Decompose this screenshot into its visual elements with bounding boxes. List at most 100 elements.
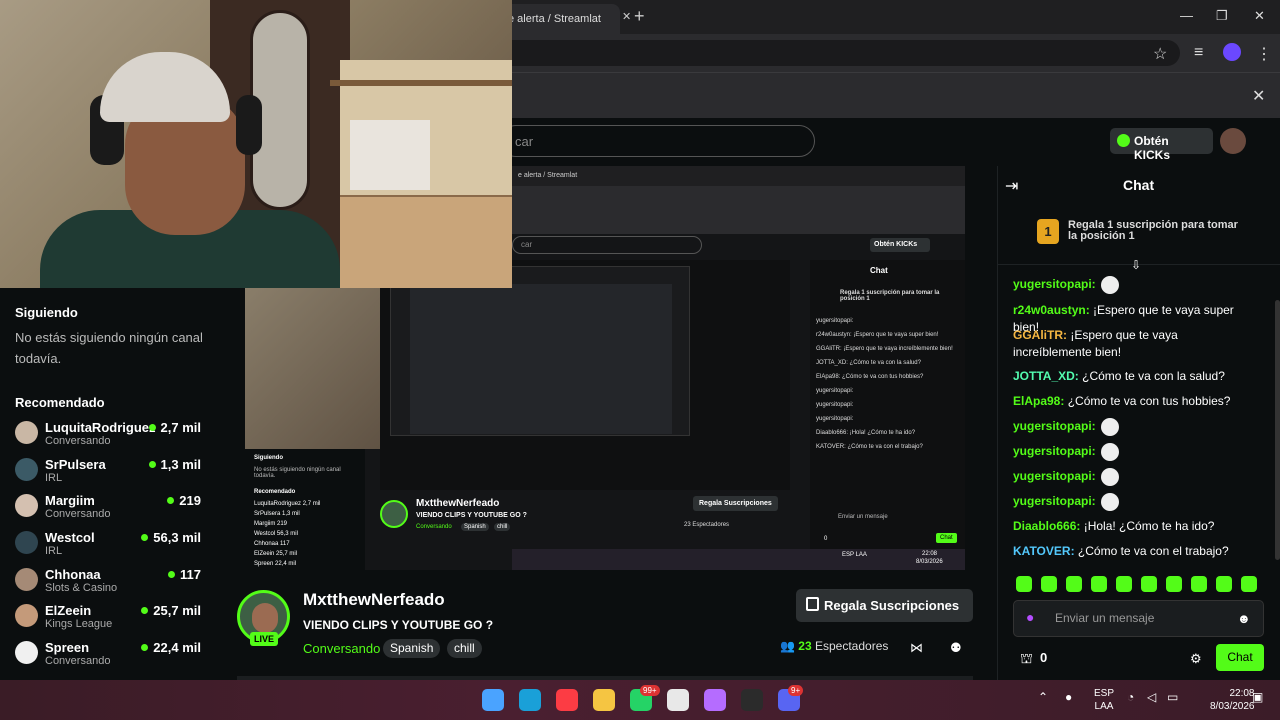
user-avatar[interactable] <box>1220 128 1246 154</box>
clock-time: 22:08 <box>1229 688 1255 699</box>
chat-message: yugersitopapi: <box>1013 493 1248 511</box>
sidebar-channel[interactable]: ElZeein Kings League 25,7 mil <box>15 603 201 639</box>
taskbar-obs-icon[interactable] <box>741 689 763 711</box>
sidebar-channel[interactable]: SrPulsera IRL 1,3 mil <box>15 457 201 493</box>
chat-input-placeholder[interactable]: Enviar un mensaje <box>1055 611 1154 625</box>
sidebar-channel[interactable]: Chhonaa Slots & Casino 117 <box>15 567 201 603</box>
send-chat-button[interactable]: Chat <box>1216 644 1264 671</box>
recommended-title: Recomendado <box>15 395 105 410</box>
emote-icon[interactable] <box>1166 576 1182 592</box>
chat-username[interactable]: yugersitopapi: <box>1013 419 1096 433</box>
taskbar-music-icon[interactable] <box>556 689 578 711</box>
streamer-name[interactable]: MxtthewNerfeado <box>303 590 445 610</box>
channel-avatar <box>15 494 38 517</box>
tag-spanish[interactable]: Spanish <box>383 639 441 658</box>
expand-arrow-icon[interactable]: ⇩ <box>1131 258 1141 272</box>
share-icon[interactable]: ⋈ <box>910 640 923 656</box>
browser-tab[interactable]: e alerta / Streamlat <box>500 4 620 34</box>
reading-list-icon[interactable]: ≡ <box>1194 44 1203 62</box>
mic-icon[interactable]: ● <box>1026 609 1034 625</box>
emote-icon[interactable] <box>1141 576 1157 592</box>
channel-viewers: 56,3 mil <box>153 530 201 545</box>
battery-icon[interactable]: ▭ <box>1167 690 1178 704</box>
more-menu-icon[interactable]: ⋮ <box>1256 44 1272 64</box>
chat-username[interactable]: GGAliTR: <box>1013 328 1067 342</box>
tray-chevron-icon[interactable]: ⌃ <box>1038 690 1048 704</box>
system-clock[interactable]: 22:08 8/03/2026 <box>1210 687 1255 713</box>
chat-username[interactable]: Diaablo666: <box>1013 519 1080 533</box>
nested-points: 0 <box>824 536 828 542</box>
taskbar-chrome-icon[interactable] <box>667 689 689 711</box>
tray-mic-icon[interactable]: ● <box>1065 690 1072 704</box>
wifi-icon[interactable]: ◔ <box>1127 690 1134 704</box>
channel-viewers: 25,7 mil <box>153 603 201 618</box>
browser-profile-avatar[interactable] <box>1223 43 1241 61</box>
sidebar-channel[interactable]: Westcol IRL 56,3 mil <box>15 530 201 566</box>
sidebar-channel[interactable]: Margiim Conversando 219 <box>15 493 201 529</box>
points-icon[interactable]: ⛫ <box>1020 650 1033 669</box>
emoji-icon[interactable]: ☻ <box>1237 611 1251 626</box>
webcam-shelf-line <box>330 80 512 86</box>
taskbar-edge-icon[interactable] <box>519 689 541 711</box>
bookmark-star-icon[interactable]: ☆ <box>1153 44 1167 64</box>
taskbar-copilot-icon[interactable] <box>704 689 726 711</box>
channel-name: Chhonaa <box>45 567 101 582</box>
chat-username[interactable]: KATOVER: <box>1013 544 1075 558</box>
nested-channel-line: Westcol 56,3 mil <box>254 531 298 537</box>
gear-icon[interactable]: ⚙ <box>1190 651 1202 667</box>
emote-icon[interactable] <box>1191 576 1207 592</box>
emote-icon[interactable] <box>1016 576 1032 592</box>
emote-icon[interactable] <box>1216 576 1232 592</box>
taskbar-files-icon[interactable] <box>593 689 615 711</box>
nested-channel-line: Chhonaa 117 <box>254 541 290 547</box>
channel-avatar <box>15 568 38 591</box>
search-input[interactable]: car <box>500 125 815 157</box>
nested-chat-line: yugersitopapi: <box>816 402 854 408</box>
following-title: Siguiendo <box>15 305 78 320</box>
notification-icon[interactable]: ▣ <box>1252 690 1263 704</box>
collapse-chat-icon[interactable]: ⇥ <box>1005 176 1018 196</box>
emote-icon[interactable] <box>1091 576 1107 592</box>
chat-username[interactable]: yugersitopapi: <box>1013 277 1096 291</box>
nested-clock-time: 22:08 <box>922 551 938 557</box>
minimize-button[interactable]: — <box>1180 8 1193 23</box>
nested-search: car <box>512 236 702 254</box>
channel-avatar <box>15 458 38 481</box>
channel-avatar <box>15 421 38 444</box>
follow-icon[interactable]: ⚉ <box>950 640 962 656</box>
emote-icon <box>1101 418 1120 436</box>
emote-bar[interactable] <box>1016 576 1266 594</box>
sidebar-channel[interactable]: LuquitaRodriguez Conversando 2,7 mil <box>15 420 201 456</box>
gift-subs-button[interactable]: Regala Suscripciones <box>796 589 973 622</box>
new-tab-button[interactable]: + <box>634 6 645 27</box>
nested-viewers: 23 Espectadores <box>684 522 730 528</box>
emote-icon <box>1101 276 1120 294</box>
volume-icon[interactable]: ◁ <box>1147 690 1156 704</box>
chat-message: yugersitopapi: <box>1013 468 1248 486</box>
chat-scrollbar[interactable] <box>1275 300 1280 560</box>
emote-icon[interactable] <box>1066 576 1082 592</box>
address-bar[interactable] <box>500 40 1180 66</box>
sidebar-channel[interactable]: Spreen Conversando 22,4 mil <box>15 640 201 676</box>
close-window-button[interactable]: ✕ <box>1254 8 1265 24</box>
nested-chat-line: yugersitopapi: <box>816 318 854 324</box>
chat-username[interactable]: yugersitopapi: <box>1013 469 1096 483</box>
chat-username[interactable]: yugersitopapi: <box>1013 494 1096 508</box>
stream-category[interactable]: Conversando <box>303 641 380 656</box>
chat-username[interactable]: yugersitopapi: <box>1013 444 1096 458</box>
tag-chill[interactable]: chill <box>447 639 482 658</box>
infobar-close-icon[interactable]: ✕ <box>1252 86 1265 106</box>
chat-username[interactable]: ElApa98: <box>1013 394 1064 408</box>
emote-icon[interactable] <box>1241 576 1257 592</box>
language-indicator[interactable]: ESP LAA <box>1094 687 1114 713</box>
taskbar-start-icon[interactable] <box>482 689 504 711</box>
nested-tab: e alerta / Streamlat <box>512 166 965 186</box>
chat-username[interactable]: r24w0austyn: <box>1013 303 1090 317</box>
maximize-button[interactable]: ❐ <box>1216 8 1228 24</box>
nested-chat-title: Chat <box>870 266 888 275</box>
emote-icon[interactable] <box>1041 576 1057 592</box>
tab-close-icon[interactable]: ✕ <box>622 10 631 23</box>
chat-username[interactable]: JOTTA_XD: <box>1013 369 1079 383</box>
emote-icon[interactable] <box>1116 576 1132 592</box>
chat-text: ¿Cómo te va con la salud? <box>1082 369 1225 383</box>
